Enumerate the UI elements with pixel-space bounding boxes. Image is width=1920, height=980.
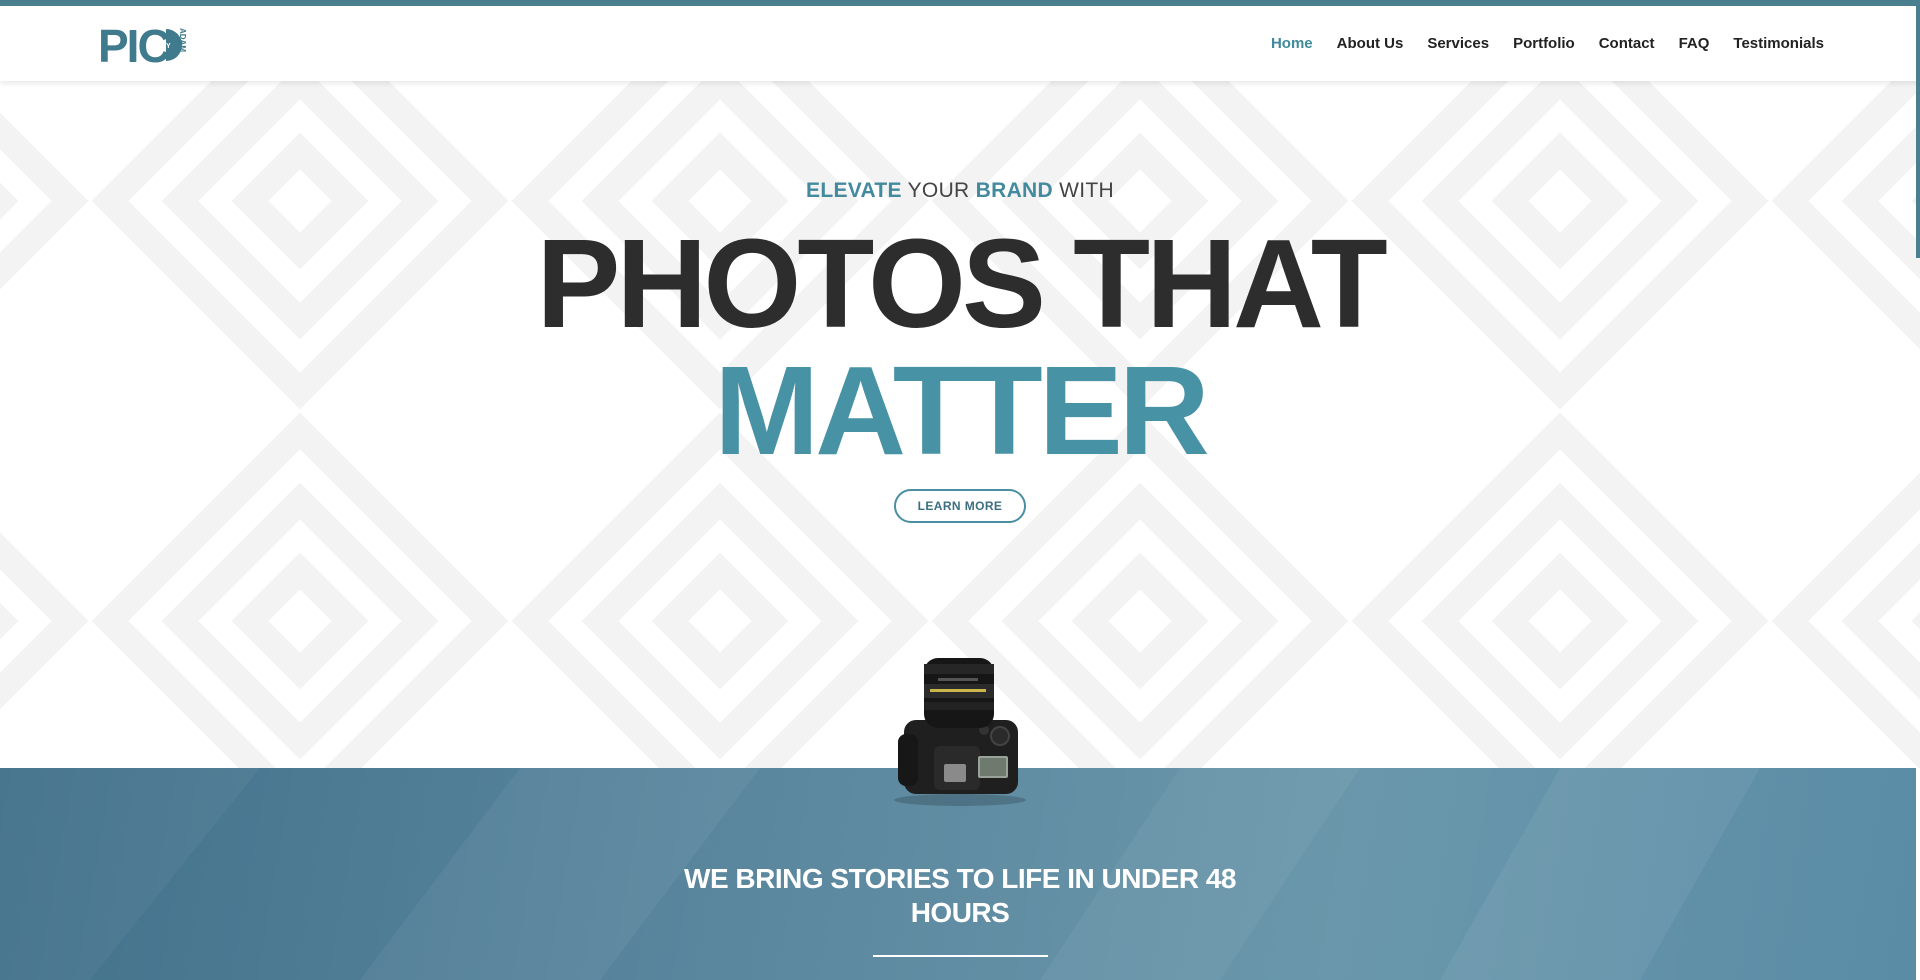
scrollbar-thumb[interactable]	[1916, 6, 1920, 258]
band-divider	[873, 955, 1048, 957]
site-header: PIC BY ADAM Home About Us Services Portf…	[0, 6, 1920, 81]
nav-about-us[interactable]: About Us	[1337, 35, 1404, 52]
eyebrow-word-1: ELEVATE	[806, 179, 902, 202]
hero-headline-line-1: PHOTOS THAT	[536, 213, 1387, 354]
eyebrow-word-3: BRAND	[975, 179, 1053, 202]
logo[interactable]: PIC BY ADAM	[98, 22, 196, 68]
band-title: WE BRING STORIES TO LIFE IN UNDER 48 HOU…	[684, 863, 1236, 928]
hero-headline-line-2: MATTER	[714, 340, 1210, 481]
nav-faq[interactable]: FAQ	[1679, 35, 1710, 52]
main-nav: Home About Us Services Portfolio Contact…	[1247, 6, 1824, 81]
camera-image	[894, 658, 1026, 806]
learn-more-button[interactable]: LEARN MORE	[894, 489, 1026, 523]
eyebrow-word-2: YOUR	[907, 179, 970, 202]
hero-eyebrow: ELEVATE YOUR BRAND WITH	[0, 179, 1920, 203]
nav-contact[interactable]: Contact	[1599, 35, 1655, 52]
nav-testimonials[interactable]: Testimonials	[1733, 35, 1824, 52]
logo-wordmark: PIC	[98, 22, 169, 68]
logo-name: ADAM	[178, 28, 187, 52]
eyebrow-word-4: WITH	[1059, 179, 1114, 202]
nav-services[interactable]: Services	[1427, 35, 1489, 52]
logo-by: BY	[161, 43, 171, 50]
nav-portfolio[interactable]: Portfolio	[1513, 35, 1575, 52]
top-accent-bar	[0, 0, 1920, 6]
nav-home[interactable]: Home	[1271, 35, 1313, 52]
